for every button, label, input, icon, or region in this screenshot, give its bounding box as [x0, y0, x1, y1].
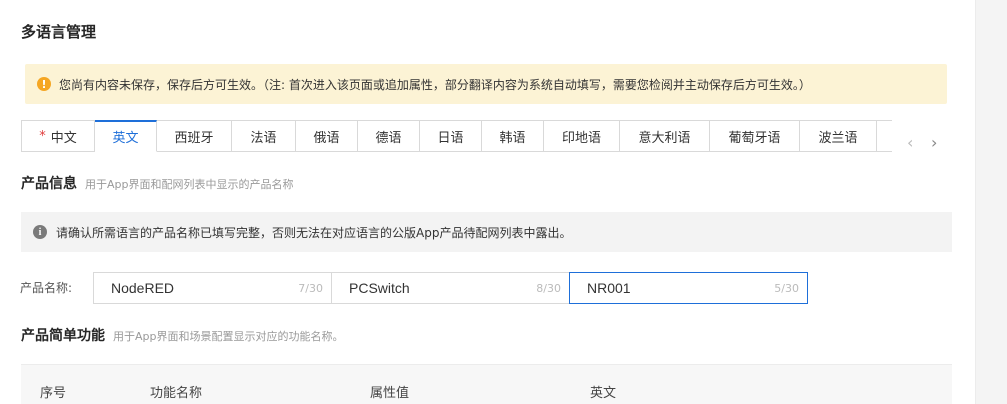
- tab-dutch[interactable]: 荷: [877, 120, 892, 152]
- product-name-cell: 8/30: [331, 272, 570, 304]
- column-header-function-name: 功能名称: [150, 386, 203, 401]
- warning-text: 您尚有内容未保存，保存后方可生效。（注: 首次进入该页面或追加属性，部分翻译内容…: [59, 77, 811, 92]
- chevron-right-icon[interactable]: ›: [931, 133, 937, 152]
- notice-text: 请确认所需语言的产品名称已填写完整，否则无法在对应语言的公版App产品待配网列表…: [56, 225, 572, 240]
- language-tabs: * 中文 英文 西班牙 法语 俄语 德语 日语 韩语 印地语 意大利语 葡萄牙语 …: [21, 120, 892, 152]
- product-name-notice: i 请确认所需语言的产品名称已填写完整，否则无法在对应语言的公版App产品待配网…: [21, 212, 952, 252]
- tab-portuguese[interactable]: 葡萄牙语: [710, 120, 800, 152]
- tab-hindi[interactable]: 印地语: [544, 120, 620, 152]
- scrollbar-track[interactable]: [975, 0, 1007, 404]
- tab-japanese[interactable]: 日语: [420, 120, 482, 152]
- column-header-english: 英文: [590, 386, 617, 401]
- tab-english[interactable]: 英文: [95, 120, 157, 152]
- required-mark: *: [39, 128, 46, 144]
- features-title: 产品简单功能: [21, 328, 105, 344]
- chevron-left-icon[interactable]: ‹: [907, 133, 913, 152]
- tab-italian[interactable]: 意大利语: [620, 120, 710, 152]
- product-name-cell: 7/30: [93, 272, 332, 304]
- char-count: 5/30: [774, 281, 799, 295]
- product-info-header: 产品信息 用于App界面和配网列表中显示的产品名称: [21, 173, 294, 193]
- features-table-header: 序号 功能名称 属性值 英文: [21, 364, 952, 404]
- column-header-attribute-value: 属性值: [370, 386, 410, 401]
- product-name-input[interactable]: [94, 280, 264, 296]
- tab-korean[interactable]: 韩语: [482, 120, 544, 152]
- tab-german[interactable]: 德语: [358, 120, 420, 152]
- product-name-label: 产品名称:: [20, 281, 73, 295]
- page-title: 多语言管理: [21, 23, 97, 41]
- tab-chinese[interactable]: * 中文: [22, 120, 95, 152]
- product-info-desc: 用于App界面和配网列表中显示的产品名称: [85, 178, 294, 191]
- tab-spanish[interactable]: 西班牙: [157, 120, 232, 152]
- product-name-inputs: 7/30 8/30 5/30: [93, 272, 810, 304]
- column-header-index: 序号: [40, 386, 67, 401]
- tab-polish[interactable]: 波兰语: [800, 120, 877, 152]
- char-count: 7/30: [298, 281, 323, 295]
- unsaved-warning-banner: ! 您尚有内容未保存，保存后方可生效。（注: 首次进入该页面或追加属性，部分翻译…: [25, 64, 947, 104]
- char-count: 8/30: [536, 281, 561, 295]
- warning-icon: !: [37, 77, 51, 91]
- info-icon: i: [33, 225, 47, 239]
- product-info-title: 产品信息: [21, 176, 77, 192]
- product-name-input[interactable]: [570, 280, 740, 296]
- features-desc: 用于App界面和场景配置显示对应的功能名称。: [113, 330, 344, 343]
- tab-french[interactable]: 法语: [232, 120, 296, 152]
- product-name-cell: 5/30: [569, 272, 808, 304]
- tab-label: 中文: [50, 130, 77, 146]
- product-name-input[interactable]: [332, 280, 502, 296]
- features-header: 产品简单功能 用于App界面和场景配置显示对应的功能名称。: [21, 325, 344, 345]
- tab-russian[interactable]: 俄语: [296, 120, 358, 152]
